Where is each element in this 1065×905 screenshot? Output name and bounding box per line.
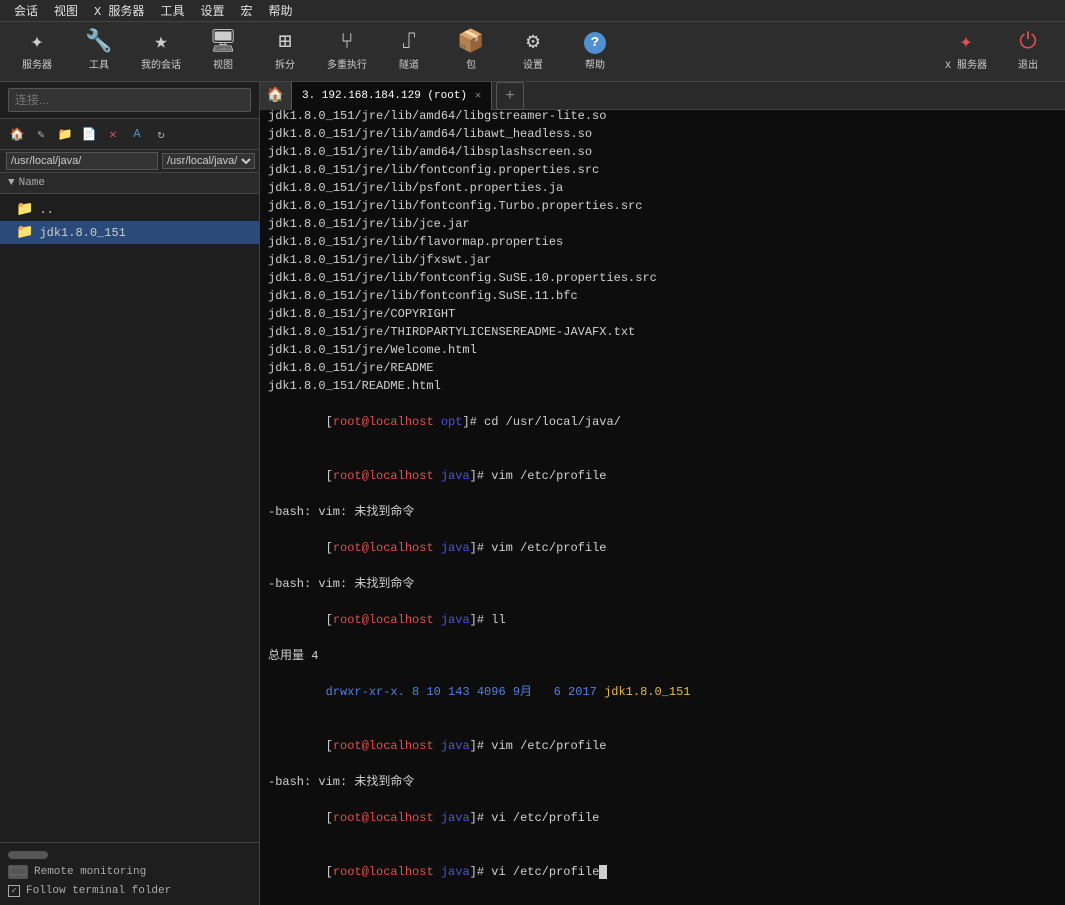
tab-home-btn[interactable]: 🏠: [260, 82, 292, 110]
star-icon: ★: [154, 32, 167, 54]
folder-parent-icon: 📁: [16, 201, 33, 218]
exit-icon: ⏻: [1019, 32, 1036, 54]
server-icon: ✦: [30, 32, 43, 54]
package-icon: 📦: [457, 32, 484, 54]
terminal-cmd-ll: [root@localhost java]# ll: [268, 593, 1057, 647]
sidebar-bottom: Remote monitoring ✓ Follow terminal fold…: [0, 842, 259, 905]
terminal-cmd-vim1: [root@localhost java]# vim /etc/profile: [268, 449, 1057, 503]
toolbar: ✦ 服务器 🔧 工具 ★ 我的会话 🖥 视图 ⊞ 拆分 ⑂ 多重执行 ⑀ 隧道 …: [0, 22, 1065, 82]
terminal-ls-header: 总用量 4: [268, 647, 1057, 665]
menu-macro[interactable]: 宏: [232, 0, 260, 21]
terminal-line: jdk1.8.0_151/jre/lib/amd64/libsplashscre…: [268, 143, 1057, 161]
menu-xserver[interactable]: X 服务器: [86, 0, 152, 21]
file-item-parent[interactable]: 📁 ..: [0, 198, 259, 221]
terminal-line: jdk1.8.0_151/jre/lib/fontconfig.properti…: [268, 161, 1057, 179]
path-bar: /usr/local/java/: [0, 150, 259, 173]
terminal-cursor: [599, 865, 607, 879]
sidebar-tool-delete[interactable]: ✕: [102, 123, 124, 145]
tab-close-btn[interactable]: ✕: [475, 90, 481, 102]
follow-terminal-checkbox-row[interactable]: ✓ Follow terminal folder: [8, 885, 251, 897]
terminal-error-2: -bash: vim: 未找到命令: [268, 575, 1057, 593]
terminal-line: jdk1.8.0_151/jre/lib/jce.jar: [268, 215, 1057, 233]
toolbar-tools-btn[interactable]: 🔧 工具: [70, 26, 128, 78]
terminal-line: jdk1.8.0_151/jre/lib/fontconfig.Turbo.pr…: [268, 197, 1057, 215]
menu-session[interactable]: 会话: [6, 0, 46, 21]
remote-monitoring-btn[interactable]: Remote monitoring: [8, 865, 251, 879]
gear-icon: ⚙: [526, 32, 539, 54]
multi-icon: ⑂: [340, 32, 353, 54]
terminal-line: jdk1.8.0_151/jre/README: [268, 359, 1057, 377]
sidebar-toolbar: 🏠 ✎ 📁 📄 ✕ A ↻: [0, 119, 259, 150]
menu-settings[interactable]: 设置: [192, 0, 232, 21]
terminal-line: jdk1.8.0_151/jre/THIRDPARTYLICENSEREADME…: [268, 323, 1057, 341]
sidebar-tool-add-folder[interactable]: 📁: [54, 123, 76, 145]
sidebar: 🏠 ✎ 📁 📄 ✕ A ↻ /usr/local/java/ ▼ Name 📁 …: [0, 82, 260, 905]
toolbar-tunnel-btn[interactable]: ⑀ 隧道: [380, 26, 438, 78]
terminal-line: jdk1.8.0_151/jre/lib/jfxswt.jar: [268, 251, 1057, 269]
terminal-error-1: -bash: vim: 未找到命令: [268, 503, 1057, 521]
view-icon: 🖥: [209, 32, 237, 54]
toolbar-mysessions-btn[interactable]: ★ 我的会话: [132, 26, 190, 78]
toolbar-right: ✦ X 服务器 ⏻ 退出: [937, 26, 1057, 78]
toolbar-package-btn[interactable]: 📦 包: [442, 26, 500, 78]
toolbar-help-btn[interactable]: ? 帮助: [566, 26, 624, 78]
terminal-line: jdk1.8.0_151/jre/lib/psfont.properties.j…: [268, 179, 1057, 197]
split-icon: ⊞: [278, 32, 291, 54]
main-area: 🏠 ✎ 📁 📄 ✕ A ↻ /usr/local/java/ ▼ Name 📁 …: [0, 82, 1065, 905]
terminal-cmd-cd: [root@localhost opt]# cd /usr/local/java…: [268, 395, 1057, 449]
tab-bar: 🏠 3. 192.168.184.129 (root) ✕ +: [260, 82, 1065, 110]
search-input[interactable]: [8, 88, 251, 112]
terminal-line: jdk1.8.0_151/jre/lib/amd64/libawt_headle…: [268, 125, 1057, 143]
xserver-icon: ✦: [959, 32, 972, 54]
follow-terminal-checkbox[interactable]: ✓: [8, 885, 20, 897]
tab-add-btn[interactable]: +: [496, 82, 524, 110]
terminal-cmd-vi2-cursor: [root@localhost java]# vi /etc/profile: [268, 845, 1057, 899]
scroll-indicator: [8, 851, 48, 859]
toolbar-split-btn[interactable]: ⊞ 拆分: [256, 26, 314, 78]
sidebar-tool-refresh[interactable]: ↻: [150, 123, 172, 145]
sidebar-tool-edit[interactable]: ✎: [30, 123, 52, 145]
menu-view[interactable]: 视图: [46, 0, 86, 21]
file-tree: 📁 .. 📁 jdk1.8.0_151: [0, 194, 259, 842]
terminal-line: jdk1.8.0_151/README.html: [268, 377, 1057, 395]
sidebar-search-area: [0, 82, 259, 119]
path-input[interactable]: [6, 152, 158, 170]
sidebar-tool-rename[interactable]: A: [126, 123, 148, 145]
toolbar-view-btn[interactable]: 🖥 视图: [194, 26, 252, 78]
help-icon: ?: [584, 32, 606, 54]
menu-help[interactable]: 帮助: [260, 0, 300, 21]
toolbar-xserver-btn[interactable]: ✦ X 服务器: [937, 26, 995, 78]
terminal-tab[interactable]: 3. 192.168.184.129 (root) ✕: [292, 82, 492, 110]
sidebar-tool-home[interactable]: 🏠: [6, 123, 28, 145]
terminal-ls-entry: drwxr-xr-x. 8 10 143 4096 9月 6 2017 jdk1…: [268, 665, 1057, 719]
toolbar-config-btn[interactable]: ⚙ 设置: [504, 26, 562, 78]
tunnel-icon: ⑀: [402, 32, 415, 54]
triangle-icon: ▼: [8, 177, 15, 189]
toolbar-exit-btn[interactable]: ⏻ 退出: [999, 26, 1057, 78]
terminal-line: jdk1.8.0_151/jre/lib/fontconfig.SuSE.10.…: [268, 269, 1057, 287]
terminal-cmd-vi1: [root@localhost java]# vi /etc/profile: [268, 791, 1057, 845]
terminal-line: jdk1.8.0_151/jre/COPYRIGHT: [268, 305, 1057, 323]
folder-jdk-icon: 📁: [16, 224, 33, 241]
terminal-cmd-vim2: [root@localhost java]# vim /etc/profile: [268, 521, 1057, 575]
toolbar-server-btn[interactable]: ✦ 服务器: [8, 26, 66, 78]
terminal-line: jdk1.8.0_151/jre/lib/amd64/libgstreamer-…: [268, 110, 1057, 125]
path-dropdown[interactable]: /usr/local/java/: [162, 153, 255, 169]
monitor-icon: [8, 865, 28, 879]
sidebar-tool-new-file[interactable]: 📄: [78, 123, 100, 145]
sidebar-header: ▼ Name: [0, 173, 259, 194]
terminal-area: 🏠 3. 192.168.184.129 (root) ✕ + jdk1.8.0…: [260, 82, 1065, 905]
terminal-cmd-vim3: [root@localhost java]# vim /etc/profile: [268, 719, 1057, 773]
terminal-line: jdk1.8.0_151/jre/lib/fontconfig.SuSE.11.…: [268, 287, 1057, 305]
tools-icon: 🔧: [85, 32, 112, 54]
terminal-line: jdk1.8.0_151/jre/Welcome.html: [268, 341, 1057, 359]
toolbar-multiexec-btn[interactable]: ⑂ 多重执行: [318, 26, 376, 78]
terminal-line: jdk1.8.0_151/jre/lib/flavormap.propertie…: [268, 233, 1057, 251]
terminal-error-3: -bash: vim: 未找到命令: [268, 773, 1057, 791]
file-item-jdk[interactable]: 📁 jdk1.8.0_151: [0, 221, 259, 244]
terminal-output[interactable]: jdk1.8.0_151/jre/lib/amd64/libjfxmedia.s…: [260, 110, 1065, 905]
menu-tools[interactable]: 工具: [152, 0, 192, 21]
menu-bar: 会话 视图 X 服务器 工具 设置 宏 帮助: [0, 0, 1065, 22]
